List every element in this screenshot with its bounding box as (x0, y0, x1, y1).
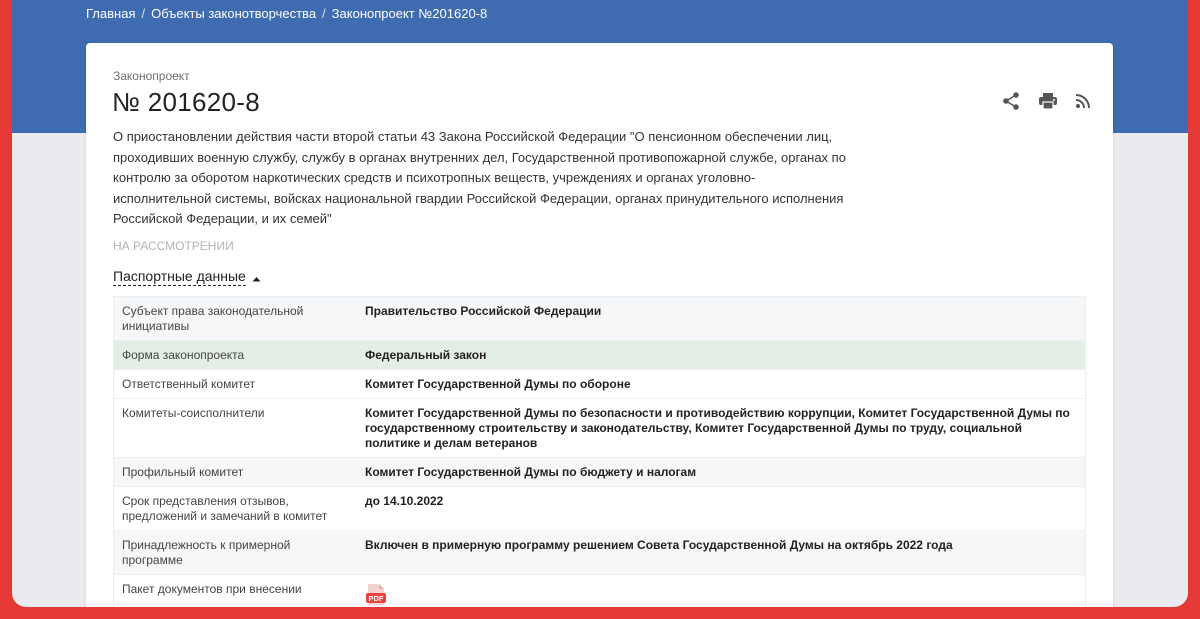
row-value: Включен в примерную программу решением С… (365, 538, 953, 552)
table-row: Ответственный комитет Комитет Государств… (114, 370, 1085, 399)
caret-up-icon (252, 269, 261, 285)
row-value: PDF (357, 575, 1085, 607)
page-frame: Главная / Объекты законотворчества / Зак… (12, 0, 1188, 607)
row-key: Форма законопроекта (122, 348, 245, 362)
bill-kind: Законопроект (113, 69, 190, 83)
table-row: Профильный комитет Комитет Государственн… (114, 458, 1085, 487)
row-value: до 14.10.2022 (365, 494, 444, 508)
row-key: Принадлежность к примерной программе (122, 538, 291, 567)
row-key: Профильный комитет (122, 465, 244, 479)
bill-description: О приостановлении действия части второй … (113, 129, 846, 226)
table-row: Пакет документов при внесении PDF (114, 575, 1085, 607)
row-value: Комитет Государственной Думы по бюджету … (365, 465, 697, 479)
row-value: Федеральный закон (365, 348, 487, 362)
status-badge: НА РАССМОТРЕНИИ (113, 239, 234, 253)
action-icons (1001, 91, 1091, 111)
breadcrumb-separator: / (322, 6, 326, 21)
rss-icon[interactable] (1075, 93, 1091, 109)
breadcrumb-current: Законопроект №201620-8 (331, 6, 488, 21)
passport-toggle-label: Паспортные данные (113, 268, 246, 286)
row-key: Пакет документов при внесении (122, 582, 302, 596)
table-row: Комитеты-соисполнители Комитет Государст… (114, 399, 1085, 458)
breadcrumb-separator: / (141, 6, 146, 21)
breadcrumb: Главная / Объекты законотворчества / Зак… (86, 6, 487, 21)
passport-toggle[interactable]: Паспортные данные (113, 268, 261, 286)
table-row: Форма законопроекта Федеральный закон (114, 341, 1085, 370)
row-key: Ответственный комитет (122, 377, 256, 391)
passport-table: Субъект права законодательной инициативы… (113, 296, 1086, 607)
row-value: Комитет Государственной Думы по обороне (365, 377, 631, 391)
row-value: Комитет Государственной Думы по безопасн… (365, 406, 1070, 450)
print-icon[interactable] (1038, 92, 1058, 110)
row-key: Комитеты-соисполнители (122, 406, 265, 420)
row-value: Правительство Российской Федерации (365, 304, 602, 318)
breadcrumb-home-link[interactable]: Главная (86, 6, 135, 21)
page-title: № 201620-8 (112, 87, 260, 117)
bill-card: Законопроект № 201620-8 О приостановлени… (86, 43, 1113, 607)
row-key: Срок представления отзывов, предложений … (122, 494, 328, 523)
table-row: Срок представления отзывов, предложений … (114, 487, 1085, 531)
breadcrumb-objects-link[interactable]: Объекты законотворчества (151, 6, 316, 21)
row-key: Субъект права законодательной инициативы (122, 304, 304, 333)
table-row: Субъект права законодательной инициативы… (114, 297, 1085, 341)
table-row: Принадлежность к примерной программе Вкл… (114, 531, 1085, 575)
share-icon[interactable] (1001, 91, 1021, 111)
pdf-icon-label: PDF (369, 594, 384, 603)
pdf-icon[interactable]: PDF (365, 583, 387, 607)
